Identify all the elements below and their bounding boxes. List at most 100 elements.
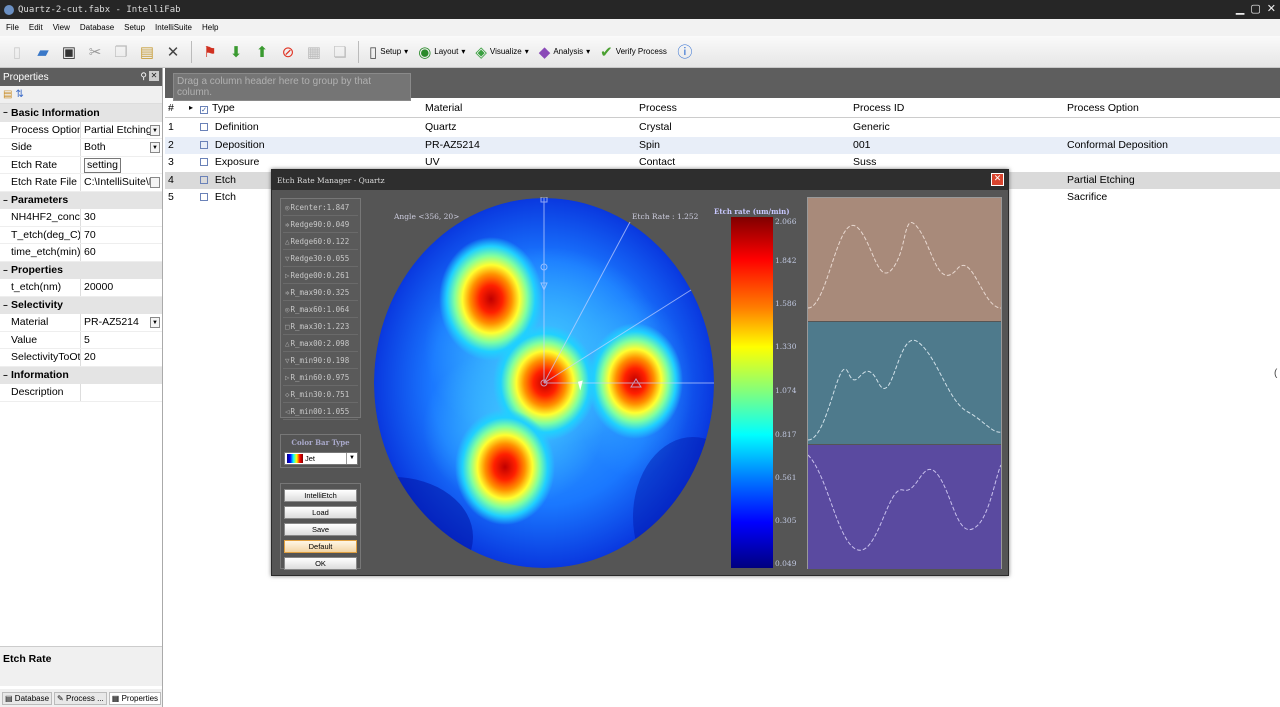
row-checkbox[interactable] [200,140,208,149]
column-header-process-id[interactable]: Process ID [853,98,904,118]
tab-database[interactable]: ▤ Database [2,691,53,705]
column-header-process[interactable]: Process [639,98,677,118]
category-basic-information[interactable]: − Basic Information [0,104,162,122]
save-button[interactable]: Save [284,523,357,536]
menu-view[interactable]: View [53,23,70,32]
menu-intellisuite[interactable]: IntelliSuite [155,23,192,32]
param-item[interactable]: ◁R_min00:1.055 [283,403,358,420]
menu-setup[interactable]: Setup [124,23,145,32]
menu-edit[interactable]: Edit [29,23,43,32]
color-bar-type-select[interactable]: Jet ▼ [284,452,358,465]
visualize-button[interactable]: ◈ Visualize ▾ [472,41,531,63]
menu-help[interactable]: Help [202,23,218,32]
property-row[interactable]: T_etch(deg_C) 70 [0,226,162,244]
verify-process-button[interactable]: ✔ Verify Process [597,41,670,63]
column-header-material[interactable]: Material [425,98,462,118]
info-icon[interactable]: ⓘ [674,41,696,63]
row-checkbox[interactable] [200,123,208,131]
table-row[interactable]: 2 Deposition PR-AZ5214 Spin 001 Conforma… [165,136,1280,154]
param-item[interactable]: △R_max00:2.098 [283,335,358,352]
column-header-number[interactable]: # [168,98,174,118]
row-checkbox[interactable] [200,175,208,184]
param-item[interactable]: ◎R_max60:1.064 [283,301,358,318]
save-icon[interactable]: ▣ [58,41,80,63]
param-item[interactable]: □R_max30:1.223 [283,318,358,335]
column-header-process-option[interactable]: Process Option [1067,98,1139,118]
alphabetical-icon[interactable]: ⇅ [15,89,23,100]
stop-icon[interactable]: ⊘ [277,41,299,63]
etch-rate-setting-button[interactable]: setting [84,157,121,173]
property-row[interactable]: Etch Rate File C:\IntelliSuite\N [0,174,162,192]
property-row[interactable]: NH4HF2_conc(%30 [0,209,162,227]
intellietch-button[interactable]: IntelliEtch [284,489,357,502]
paste-icon[interactable]: ▤ [136,41,158,63]
table-row[interactable]: 1 Definition Quartz Crystal Generic [165,119,1280,137]
param-item[interactable]: ◇R_min30:0.751 [283,386,358,403]
layout-button[interactable]: ◉ Layout ▾ [415,41,468,63]
property-value[interactable]: 60 [81,244,162,261]
property-value[interactable]: 30 [81,209,162,226]
categorized-icon[interactable]: ▤ [3,89,12,100]
maximize-icon[interactable]: ▢ [1250,2,1260,15]
property-value[interactable]: 20000 [81,279,162,296]
property-row[interactable]: time_etch(min) 60 [0,244,162,262]
close-icon[interactable]: ✕ [1267,2,1276,15]
property-row[interactable]: Process Option Partial Etching ▼ [0,121,162,139]
property-value[interactable]: 20 [81,349,162,366]
row-checkbox[interactable] [200,193,208,201]
copy-icon[interactable]: ❐ [110,41,132,63]
dialog-close-button[interactable]: ✕ [991,173,1004,186]
property-row[interactable]: t_etch(nm) 20000 [0,279,162,297]
dropdown-arrow-icon[interactable]: ▼ [150,142,160,153]
menu-database[interactable]: Database [80,23,114,32]
property-value[interactable]: Partial Etching [84,124,152,136]
dropdown-arrow-icon[interactable]: ▼ [346,453,357,464]
pin-icon[interactable]: ⚲ [140,71,147,82]
param-item[interactable]: ▷R_min60:0.975 [283,369,358,386]
param-item[interactable]: ▷Redge00:0.261 [283,267,358,284]
browse-icon[interactable] [150,177,160,188]
dropdown-arrow-icon[interactable]: ▼ [150,124,160,136]
move-down-icon[interactable]: ⬇ [225,41,247,63]
close-panel-icon[interactable]: ✕ [149,71,159,81]
category-properties[interactable]: − Properties [0,261,162,279]
property-value[interactable]: C:\IntelliSuite\N [84,176,156,188]
default-button[interactable]: Default [284,540,357,553]
param-item[interactable]: ✲Redge90:0.049 [283,216,358,233]
profile-panel-30deg[interactable] [808,322,1001,444]
row-checkbox[interactable] [200,158,208,166]
param-item[interactable]: ▽Redge30:0.055 [283,250,358,267]
setup-button[interactable]: ▯ Setup ▾ [366,41,411,63]
property-value[interactable]: Both [84,141,106,153]
cut-icon[interactable]: ✂ [84,41,106,63]
dropdown-arrow-icon[interactable]: ▼ [150,317,160,328]
profile-panel-0deg[interactable] [808,198,1001,321]
property-value[interactable]: PR-AZ5214 [84,316,139,328]
analysis-button[interactable]: ◆ Analysis ▾ [536,41,593,63]
property-row[interactable]: Etch Rate setting [0,156,162,174]
load-button[interactable]: Load [284,506,357,519]
header-checkbox[interactable]: ✓ [200,106,208,114]
tab-process[interactable]: ✎ Process ... [54,691,107,705]
category-parameters[interactable]: − Parameters [0,191,162,209]
ok-button[interactable]: OK [284,557,357,570]
property-value[interactable]: 70 [81,227,162,244]
param-item[interactable]: ▽R_min90:0.198 [283,352,358,369]
column-header-type[interactable]: ✓ Type [200,98,235,118]
move-up-icon[interactable]: ⬆ [251,41,273,63]
new-file-icon[interactable]: ▯ [6,41,28,63]
profile-panel-60deg[interactable] [808,445,1001,569]
property-row[interactable]: SelectivityToOth 20 [0,349,162,367]
etch-rate-map[interactable] [373,197,715,569]
flag-icon[interactable]: ⚑ [199,41,221,63]
minimize-icon[interactable]: ▁ [1236,2,1244,15]
property-row[interactable]: Side Both ▼ [0,139,162,157]
category-information[interactable]: − Information [0,366,162,384]
layers-icon[interactable]: ❏ [329,41,351,63]
menu-file[interactable]: File [6,23,19,32]
open-folder-icon[interactable]: ▰ [32,41,54,63]
param-item[interactable]: ◎Rcenter:1.847 [283,199,358,216]
property-row[interactable]: Description [0,384,162,402]
param-item[interactable]: ✲R_max90:0.325 [283,284,358,301]
tools-icon[interactable]: ✕ [162,41,184,63]
